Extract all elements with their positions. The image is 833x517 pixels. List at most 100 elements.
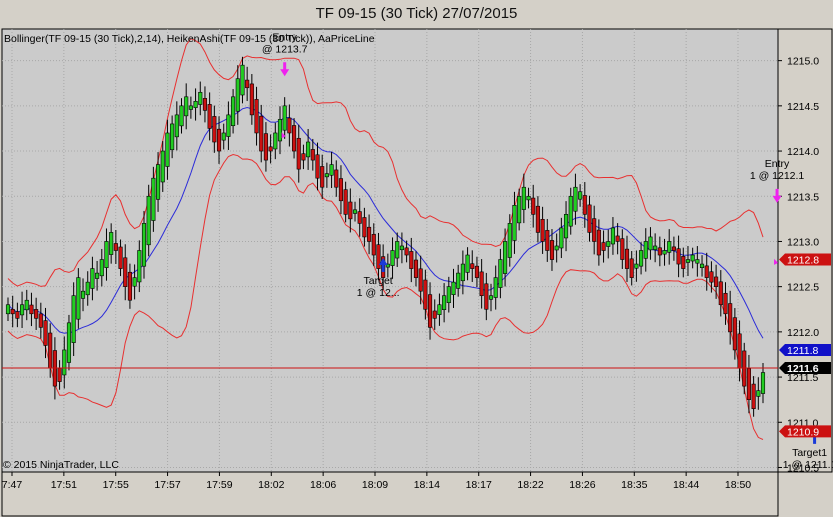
price-tag-label: 1210.9	[787, 426, 819, 438]
candle-body	[756, 390, 761, 397]
candle-body	[723, 292, 728, 315]
candle-body	[95, 272, 100, 279]
x-tick-label: 18:35	[621, 479, 647, 491]
candle-body	[240, 64, 245, 96]
candle-body	[648, 236, 653, 251]
candle-body	[512, 204, 517, 241]
candle-body	[606, 241, 611, 247]
candle-body	[690, 254, 695, 262]
target-annotation-label: Target	[364, 275, 393, 287]
candle-body	[348, 201, 353, 220]
candle-body	[123, 257, 128, 287]
y-tick-label: 1215.0	[787, 56, 819, 68]
candle-body	[188, 105, 193, 110]
price-tag-label: 1212.8	[787, 255, 819, 267]
candle-body	[671, 246, 676, 251]
candle-body	[488, 295, 494, 300]
candle-body	[343, 189, 348, 215]
candle-body	[563, 214, 569, 239]
candle-body	[34, 309, 39, 319]
candle-body	[352, 209, 358, 214]
candle-body	[165, 132, 170, 167]
candle-body	[371, 234, 376, 256]
candle-body	[549, 240, 555, 260]
entry-annotation-label: 1 @ 1212.1	[750, 170, 805, 182]
candle-body	[249, 83, 254, 116]
candle-body	[287, 117, 292, 134]
candle-body	[202, 98, 208, 111]
candle-body	[216, 128, 222, 152]
candle-body	[493, 277, 498, 298]
candle-body	[193, 101, 198, 108]
candle-body	[728, 303, 733, 333]
candle-body	[404, 247, 409, 256]
candle-body	[704, 265, 709, 278]
candle-body	[273, 132, 278, 150]
candle-body	[503, 241, 508, 274]
candle-body	[695, 259, 700, 264]
x-tick-label: 18:26	[569, 479, 595, 491]
candle-body	[662, 250, 667, 255]
candle-body	[714, 276, 719, 287]
candle-body	[118, 246, 123, 269]
x-tick-label: 17:57	[154, 479, 180, 491]
candle-body	[357, 211, 362, 224]
y-tick-label: 1212.0	[787, 327, 819, 339]
candle-body	[207, 104, 212, 129]
candle-body	[573, 186, 578, 212]
entry-annotation-label: @ 1213.7	[262, 43, 308, 55]
candle-body	[587, 204, 592, 233]
price-axis	[777, 28, 833, 473]
candle-body	[90, 268, 95, 289]
candle-body	[104, 241, 109, 268]
chart-title: TF 09-15 (30 Tick) 27/07/2015	[315, 5, 518, 22]
candle-body	[245, 79, 250, 89]
candle-body	[592, 218, 597, 242]
candle-body	[615, 235, 620, 242]
candle-body	[306, 141, 311, 158]
candle-body	[43, 320, 48, 346]
candle-body	[212, 116, 217, 143]
candle-body	[184, 96, 189, 117]
candle-body	[198, 91, 203, 105]
candle-body	[263, 133, 268, 161]
candle-body	[559, 227, 564, 249]
candle-body	[517, 195, 522, 224]
candle-body	[48, 332, 53, 369]
candle-body	[146, 195, 151, 246]
candle-body	[399, 245, 404, 251]
candle-body	[709, 271, 714, 283]
candle-body	[413, 259, 419, 278]
candle-body	[657, 247, 662, 256]
target-annotation-label: 1 @ 12...	[357, 287, 400, 299]
candle-body	[390, 250, 395, 266]
candle-body	[746, 368, 751, 400]
x-tick-label: 17:51	[51, 479, 77, 491]
candle-body	[315, 154, 320, 179]
candle-body	[624, 248, 630, 269]
x-tick-label: 18:44	[673, 479, 699, 491]
candle-body	[367, 226, 372, 242]
candle-body	[498, 259, 503, 288]
candle-body	[554, 245, 559, 251]
candle-body	[456, 272, 461, 289]
candle-body	[685, 259, 691, 263]
candle-body	[474, 265, 480, 278]
y-tick-label: 1214.5	[787, 101, 819, 113]
candle-body	[329, 164, 334, 176]
x-tick-label: 17:59	[206, 479, 232, 491]
candle-body	[465, 254, 470, 273]
candle-body	[20, 304, 25, 316]
candle-body	[427, 294, 433, 328]
x-tick-label: 18:06	[310, 479, 336, 491]
candle-body	[470, 263, 475, 269]
candle-body	[320, 166, 325, 188]
candle-body	[141, 223, 147, 267]
candle-body	[653, 245, 658, 250]
candle-body	[268, 146, 273, 152]
candle-body	[460, 263, 465, 282]
chart-plot[interactable]: 1210.51211.01211.51212.01212.51213.01213…	[0, 28, 833, 517]
candle-body	[57, 368, 62, 382]
y-tick-label: 1213.0	[787, 236, 819, 248]
candle-body	[235, 78, 240, 112]
